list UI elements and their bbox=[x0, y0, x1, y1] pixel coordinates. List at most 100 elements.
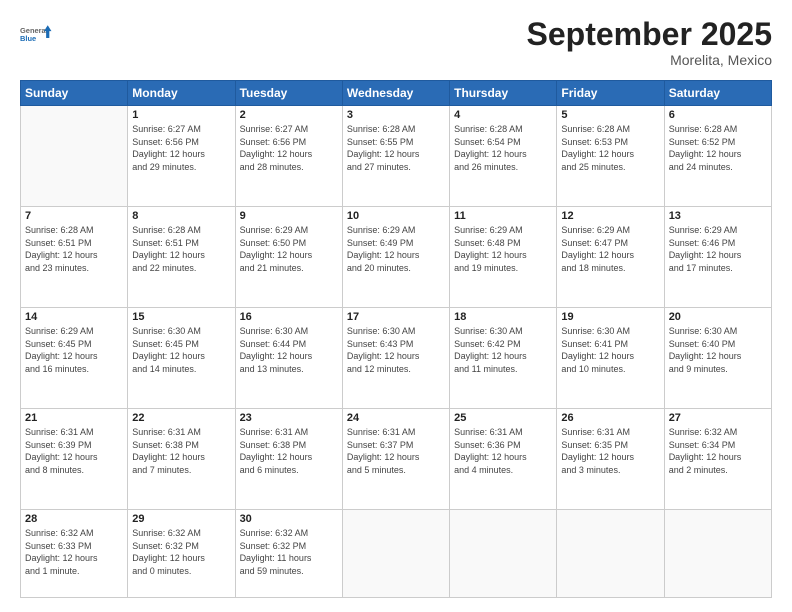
calendar-cell: 21 Sunrise: 6:31 AM Sunset: 6:39 PM Dayli… bbox=[21, 409, 128, 510]
day-info: Sunrise: 6:31 AM Sunset: 6:39 PM Dayligh… bbox=[25, 426, 123, 476]
calendar-cell: 27Sunrise: 6:32 AM Sunset: 6:34 PM Dayli… bbox=[664, 409, 771, 510]
day-number: 29 bbox=[132, 513, 230, 525]
day-info: Sunrise: 6:31 AM Sunset: 6:35 PM Dayligh… bbox=[561, 426, 659, 476]
day-number: 2 bbox=[240, 109, 338, 121]
calendar-cell bbox=[664, 510, 771, 598]
weekday-saturday: Saturday bbox=[664, 81, 771, 106]
day-info: Sunrise: 6:32 AM Sunset: 6:33 PM Dayligh… bbox=[25, 527, 123, 577]
day-number: 30 bbox=[240, 513, 338, 525]
day-number: 26 bbox=[561, 412, 659, 424]
calendar-cell: 17 Sunrise: 6:30 AM Sunset: 6:43 PM Dayli… bbox=[342, 308, 449, 409]
calendar-cell: 24 Sunrise: 6:31 AM Sunset: 6:37 PM Dayli… bbox=[342, 409, 449, 510]
calendar-cell: 9Sunrise: 6:29 AM Sunset: 6:50 PM Daylig… bbox=[235, 207, 342, 308]
day-number: 4 bbox=[454, 109, 552, 121]
page-header: General Blue September 2025 Morelita, Me… bbox=[20, 18, 772, 68]
day-number: 24 bbox=[347, 412, 445, 424]
day-number: 18 bbox=[454, 311, 552, 323]
day-info: Sunrise: 6:32 AM Sunset: 6:34 PM Dayligh… bbox=[669, 426, 767, 476]
calendar-cell: 5 Sunrise: 6:28 AM Sunset: 6:53 PM Daylig… bbox=[557, 106, 664, 207]
month-title: September 2025 bbox=[527, 18, 772, 50]
day-info: Sunrise: 6:31 AM Sunset: 6:37 PM Dayligh… bbox=[347, 426, 445, 476]
weekday-monday: Monday bbox=[128, 81, 235, 106]
weekday-wednesday: Wednesday bbox=[342, 81, 449, 106]
day-info: Sunrise: 6:29 AM Sunset: 6:50 PM Dayligh… bbox=[240, 224, 338, 274]
day-number: 5 bbox=[561, 109, 659, 121]
day-info: Sunrise: 6:28 AM Sunset: 6:51 PM Dayligh… bbox=[132, 224, 230, 274]
day-info: Sunrise: 6:30 AM Sunset: 6:45 PM Dayligh… bbox=[132, 325, 230, 375]
logo-svg: General Blue bbox=[20, 18, 52, 50]
day-number: 23 bbox=[240, 412, 338, 424]
day-info: Sunrise: 6:28 AM Sunset: 6:52 PM Dayligh… bbox=[669, 123, 767, 173]
day-info: Sunrise: 6:29 AM Sunset: 6:49 PM Dayligh… bbox=[347, 224, 445, 274]
day-info: Sunrise: 6:28 AM Sunset: 6:55 PM Dayligh… bbox=[347, 123, 445, 173]
day-number: 16 bbox=[240, 311, 338, 323]
day-number: 3 bbox=[347, 109, 445, 121]
calendar-cell bbox=[342, 510, 449, 598]
day-number: 14 bbox=[25, 311, 123, 323]
day-info: Sunrise: 6:29 AM Sunset: 6:45 PM Dayligh… bbox=[25, 325, 123, 375]
day-info: Sunrise: 6:30 AM Sunset: 6:41 PM Dayligh… bbox=[561, 325, 659, 375]
day-info: Sunrise: 6:30 AM Sunset: 6:43 PM Dayligh… bbox=[347, 325, 445, 375]
svg-text:Blue: Blue bbox=[20, 34, 36, 43]
calendar-cell: 18 Sunrise: 6:30 AM Sunset: 6:42 PM Dayli… bbox=[450, 308, 557, 409]
day-number: 22 bbox=[132, 412, 230, 424]
calendar-cell: 28 Sunrise: 6:32 AM Sunset: 6:33 PM Dayli… bbox=[21, 510, 128, 598]
day-number: 6 bbox=[669, 109, 767, 121]
calendar-cell: 1 Sunrise: 6:27 AM Sunset: 6:56 PM Daylig… bbox=[128, 106, 235, 207]
calendar-cell: 16Sunrise: 6:30 AM Sunset: 6:44 PM Dayli… bbox=[235, 308, 342, 409]
weekday-thursday: Thursday bbox=[450, 81, 557, 106]
day-info: Sunrise: 6:31 AM Sunset: 6:36 PM Dayligh… bbox=[454, 426, 552, 476]
calendar-cell: 20Sunrise: 6:30 AM Sunset: 6:40 PM Dayli… bbox=[664, 308, 771, 409]
calendar-cell: 7 Sunrise: 6:28 AM Sunset: 6:51 PM Daylig… bbox=[21, 207, 128, 308]
day-info: Sunrise: 6:27 AM Sunset: 6:56 PM Dayligh… bbox=[132, 123, 230, 173]
calendar-cell: 23Sunrise: 6:31 AM Sunset: 6:38 PM Dayli… bbox=[235, 409, 342, 510]
day-info: Sunrise: 6:28 AM Sunset: 6:54 PM Dayligh… bbox=[454, 123, 552, 173]
day-number: 28 bbox=[25, 513, 123, 525]
calendar-cell bbox=[450, 510, 557, 598]
day-number: 17 bbox=[347, 311, 445, 323]
calendar-cell: 10 Sunrise: 6:29 AM Sunset: 6:49 PM Dayli… bbox=[342, 207, 449, 308]
day-number: 21 bbox=[25, 412, 123, 424]
day-number: 1 bbox=[132, 109, 230, 121]
calendar-cell: 26 Sunrise: 6:31 AM Sunset: 6:35 PM Dayli… bbox=[557, 409, 664, 510]
day-number: 25 bbox=[454, 412, 552, 424]
day-info: Sunrise: 6:29 AM Sunset: 6:47 PM Dayligh… bbox=[561, 224, 659, 274]
weekday-header-row: SundayMondayTuesdayWednesdayThursdayFrid… bbox=[21, 81, 772, 106]
day-info: Sunrise: 6:31 AM Sunset: 6:38 PM Dayligh… bbox=[132, 426, 230, 476]
week-row-2: 7 Sunrise: 6:28 AM Sunset: 6:51 PM Daylig… bbox=[21, 207, 772, 308]
day-number: 10 bbox=[347, 210, 445, 222]
day-number: 12 bbox=[561, 210, 659, 222]
title-block: September 2025 Morelita, Mexico bbox=[527, 18, 772, 68]
logo: General Blue bbox=[20, 18, 52, 50]
weekday-friday: Friday bbox=[557, 81, 664, 106]
day-info: Sunrise: 6:32 AM Sunset: 6:32 PM Dayligh… bbox=[240, 527, 338, 577]
week-row-3: 14 Sunrise: 6:29 AM Sunset: 6:45 PM Dayli… bbox=[21, 308, 772, 409]
calendar-cell bbox=[21, 106, 128, 207]
day-number: 7 bbox=[25, 210, 123, 222]
day-number: 8 bbox=[132, 210, 230, 222]
calendar-cell: 12 Sunrise: 6:29 AM Sunset: 6:47 PM Dayli… bbox=[557, 207, 664, 308]
week-row-1: 1 Sunrise: 6:27 AM Sunset: 6:56 PM Daylig… bbox=[21, 106, 772, 207]
weekday-sunday: Sunday bbox=[21, 81, 128, 106]
calendar-cell: 8 Sunrise: 6:28 AM Sunset: 6:51 PM Daylig… bbox=[128, 207, 235, 308]
calendar-cell: 15Sunrise: 6:30 AM Sunset: 6:45 PM Dayli… bbox=[128, 308, 235, 409]
calendar-cell: 22 Sunrise: 6:31 AM Sunset: 6:38 PM Dayli… bbox=[128, 409, 235, 510]
calendar-cell: 14 Sunrise: 6:29 AM Sunset: 6:45 PM Dayli… bbox=[21, 308, 128, 409]
calendar-cell: 25 Sunrise: 6:31 AM Sunset: 6:36 PM Dayli… bbox=[450, 409, 557, 510]
weekday-tuesday: Tuesday bbox=[235, 81, 342, 106]
week-row-4: 21 Sunrise: 6:31 AM Sunset: 6:39 PM Dayli… bbox=[21, 409, 772, 510]
day-info: Sunrise: 6:28 AM Sunset: 6:53 PM Dayligh… bbox=[561, 123, 659, 173]
calendar-cell bbox=[557, 510, 664, 598]
day-info: Sunrise: 6:28 AM Sunset: 6:51 PM Dayligh… bbox=[25, 224, 123, 274]
week-row-5: 28 Sunrise: 6:32 AM Sunset: 6:33 PM Dayli… bbox=[21, 510, 772, 598]
calendar-table: SundayMondayTuesdayWednesdayThursdayFrid… bbox=[20, 80, 772, 598]
day-number: 19 bbox=[561, 311, 659, 323]
day-info: Sunrise: 6:27 AM Sunset: 6:56 PM Dayligh… bbox=[240, 123, 338, 173]
calendar-cell: 29 Sunrise: 6:32 AM Sunset: 6:32 PM Dayli… bbox=[128, 510, 235, 598]
day-info: Sunrise: 6:32 AM Sunset: 6:32 PM Dayligh… bbox=[132, 527, 230, 577]
calendar-cell: 4 Sunrise: 6:28 AM Sunset: 6:54 PM Daylig… bbox=[450, 106, 557, 207]
calendar-cell: 6 Sunrise: 6:28 AM Sunset: 6:52 PM Daylig… bbox=[664, 106, 771, 207]
day-info: Sunrise: 6:30 AM Sunset: 6:42 PM Dayligh… bbox=[454, 325, 552, 375]
calendar-cell: 2 Sunrise: 6:27 AM Sunset: 6:56 PM Daylig… bbox=[235, 106, 342, 207]
calendar-cell: 11Sunrise: 6:29 AM Sunset: 6:48 PM Dayli… bbox=[450, 207, 557, 308]
